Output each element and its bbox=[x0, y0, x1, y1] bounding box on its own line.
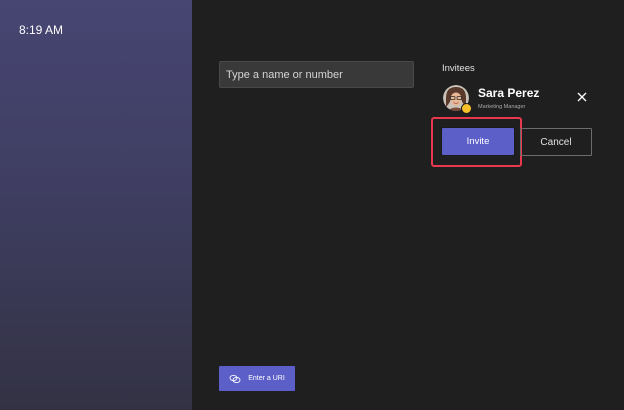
status-away-icon bbox=[461, 103, 472, 114]
invitees-heading: Invitees bbox=[442, 63, 475, 74]
invitee-job-title: Marketing Manager bbox=[478, 104, 526, 110]
search-input[interactable] bbox=[219, 61, 414, 88]
invitee-name: Sara Perez bbox=[478, 86, 540, 100]
close-icon bbox=[577, 92, 587, 102]
invite-button[interactable]: Invite bbox=[442, 128, 514, 155]
cancel-button[interactable]: Cancel bbox=[520, 128, 592, 156]
enter-uri-button[interactable]: Enter a URI bbox=[219, 366, 295, 391]
remove-invitee-button[interactable] bbox=[575, 90, 589, 104]
link-icon bbox=[229, 374, 241, 383]
clock-time: 8:19 AM bbox=[19, 23, 64, 37]
sidebar: 8:19 AM bbox=[0, 0, 192, 410]
enter-uri-label: Enter a URI bbox=[248, 375, 285, 382]
